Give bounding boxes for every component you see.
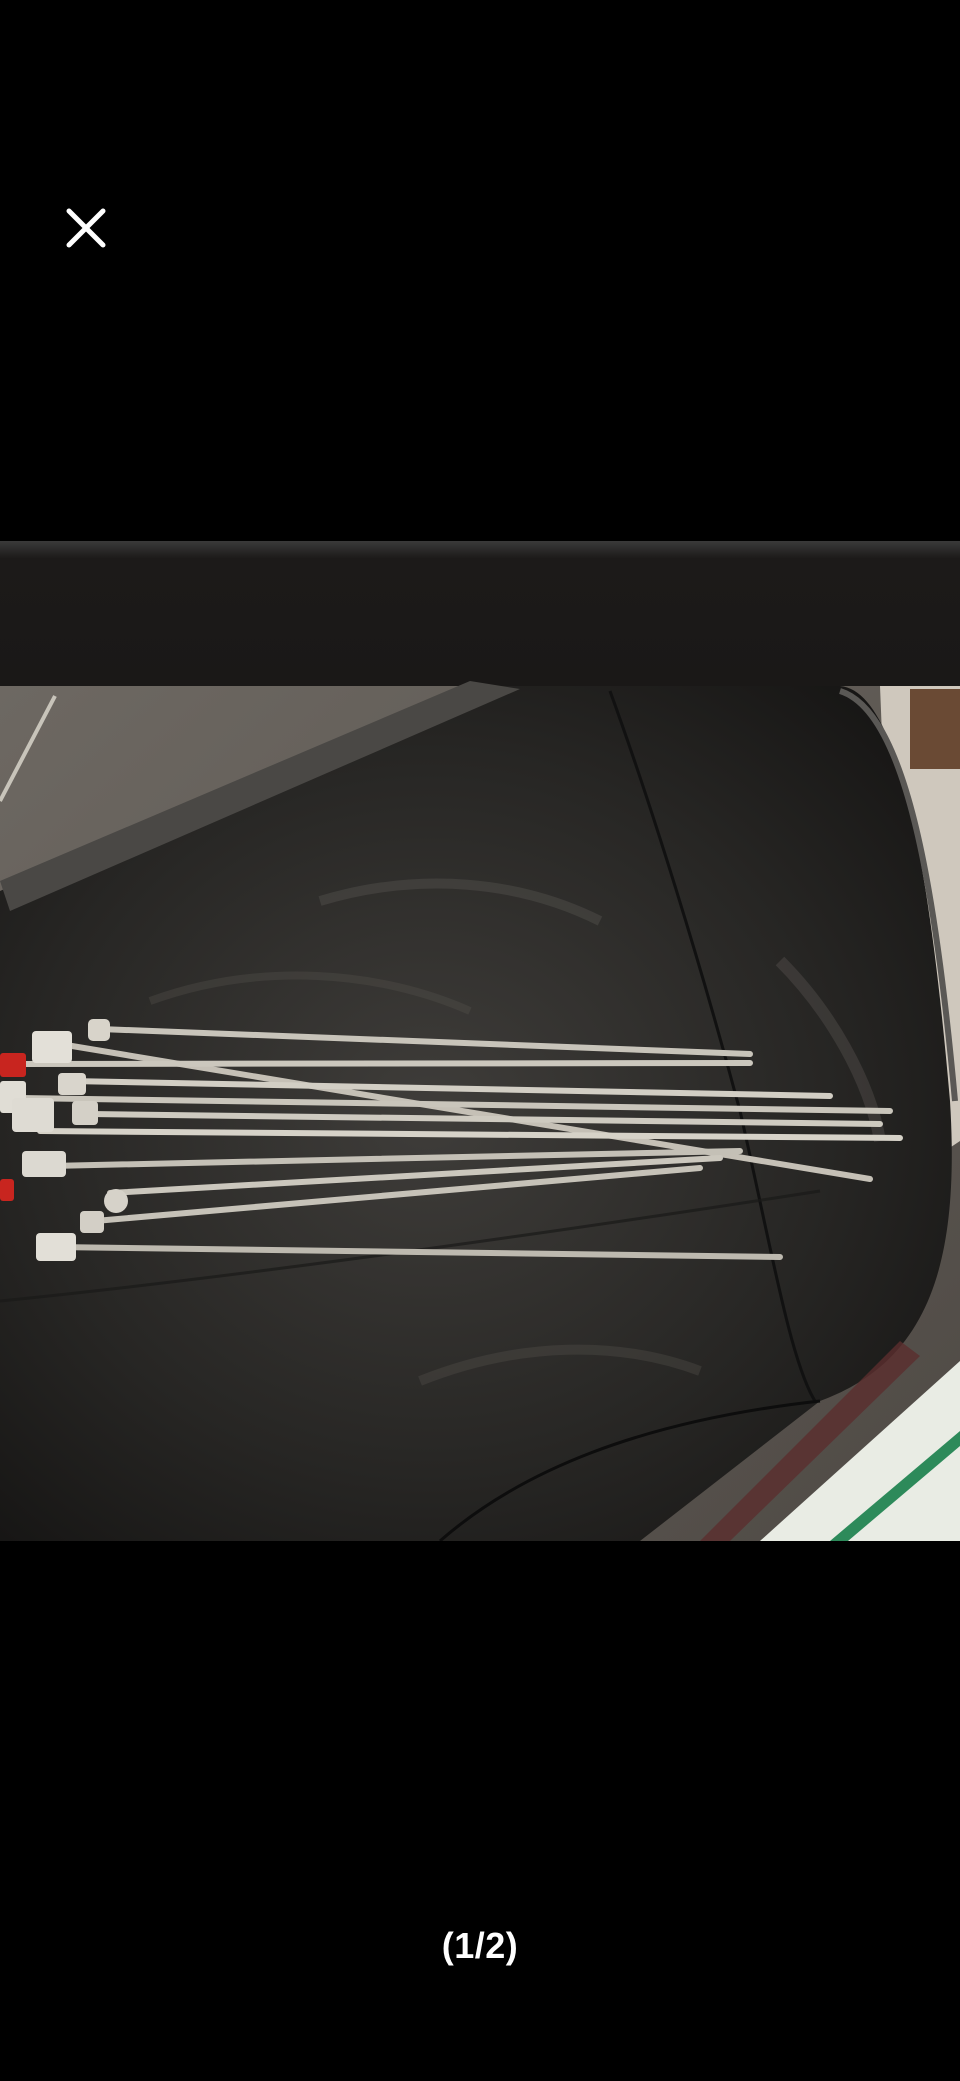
close-button[interactable] bbox=[48, 190, 124, 266]
image-viewer: (1/2) bbox=[0, 0, 960, 2081]
close-icon bbox=[66, 208, 106, 248]
photo-knitting-needles bbox=[0, 541, 960, 1541]
page-counter: (1/2) bbox=[441, 1925, 519, 1966]
photo-illustration bbox=[0, 541, 960, 1541]
